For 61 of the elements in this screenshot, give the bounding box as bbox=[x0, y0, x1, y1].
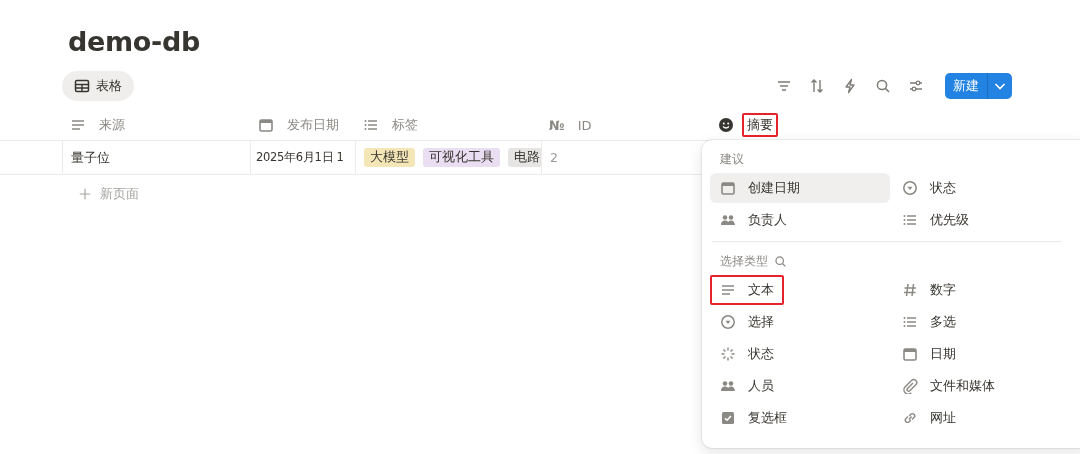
new-button[interactable]: 新建 bbox=[945, 73, 1012, 99]
link-icon bbox=[902, 410, 918, 426]
tag: 电路 bbox=[508, 148, 541, 167]
menu-item[interactable]: 状态 bbox=[710, 339, 784, 369]
dropdown-circle-icon bbox=[902, 180, 918, 196]
menu-item[interactable]: 创建日期 bbox=[710, 173, 890, 203]
text-lines-icon bbox=[70, 117, 86, 133]
menu-item[interactable]: 状态 bbox=[892, 173, 1072, 203]
menu-item[interactable]: 人员 bbox=[710, 371, 784, 401]
checkbox-icon bbox=[720, 410, 736, 426]
paperclip-icon bbox=[902, 378, 918, 394]
calendar-icon bbox=[902, 346, 918, 362]
dropdown-circle-icon bbox=[720, 314, 736, 330]
table-cell: 量子位 bbox=[71, 148, 110, 167]
menu-item[interactable]: 网址 bbox=[892, 403, 966, 433]
tag: 可视化工具 bbox=[423, 148, 500, 167]
plus-icon bbox=[78, 187, 92, 201]
menu-item[interactable]: 文本 bbox=[710, 275, 784, 305]
column-title: 来源 bbox=[98, 116, 126, 134]
view-tab[interactable]: 表格 bbox=[62, 71, 134, 101]
table-icon bbox=[74, 78, 90, 94]
page-title: demo-db bbox=[67, 25, 202, 59]
tag: 大模型 bbox=[364, 148, 415, 167]
column-title: 标签 bbox=[391, 116, 419, 134]
column-header[interactable]: № ID bbox=[541, 110, 710, 140]
table-cell: 2025年6月1日 1 bbox=[256, 150, 344, 165]
search-icon bbox=[774, 255, 787, 268]
text-lines-icon bbox=[720, 282, 736, 298]
number-sign-icon: № bbox=[549, 117, 565, 133]
list-icon bbox=[902, 314, 918, 330]
list-icon bbox=[902, 212, 918, 228]
sliders-icon[interactable] bbox=[908, 78, 924, 94]
column-title: 发布日期 bbox=[286, 116, 340, 134]
column-title: 摘要 bbox=[742, 113, 778, 137]
menu-item[interactable]: 负责人 bbox=[710, 205, 890, 235]
column-header[interactable]: 标签 bbox=[355, 110, 541, 140]
people-icon bbox=[720, 212, 736, 228]
hash-icon bbox=[902, 282, 918, 298]
menu-item[interactable]: 多选 bbox=[892, 307, 966, 337]
list-icon bbox=[363, 117, 379, 133]
menu-item[interactable]: 优先级 bbox=[892, 205, 1072, 235]
search-icon[interactable] bbox=[875, 78, 891, 94]
filter-icon[interactable] bbox=[776, 78, 792, 94]
smiley-icon bbox=[718, 117, 734, 133]
table-cell: 2 bbox=[550, 150, 558, 165]
menu-item[interactable]: 文件和媒体 bbox=[892, 371, 1005, 401]
menu-item[interactable]: 选择 bbox=[710, 307, 784, 337]
column-header[interactable]: 来源 bbox=[62, 110, 250, 140]
section-label: 选择类型 bbox=[720, 254, 768, 269]
section-label: 建议 bbox=[720, 152, 744, 167]
menu-item[interactable]: 复选框 bbox=[710, 403, 797, 433]
column-header[interactable]: 发布日期 bbox=[250, 110, 355, 140]
menu-item[interactable]: 日期 bbox=[892, 339, 966, 369]
people-icon bbox=[720, 378, 736, 394]
column-title: ID bbox=[576, 116, 593, 135]
calendar-icon bbox=[258, 117, 274, 133]
spinner-icon bbox=[720, 346, 736, 362]
sort-icon[interactable] bbox=[809, 78, 825, 94]
calendar-icon bbox=[720, 180, 736, 196]
menu-item[interactable]: 数字 bbox=[892, 275, 966, 305]
column-header[interactable]: 摘要 bbox=[710, 110, 1080, 140]
